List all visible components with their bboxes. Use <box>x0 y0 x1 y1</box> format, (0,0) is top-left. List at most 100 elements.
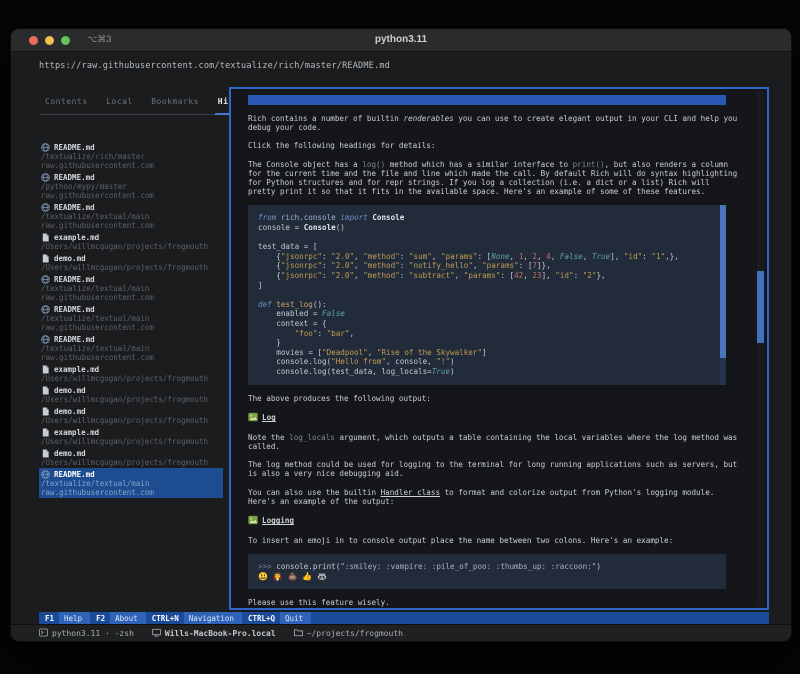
image-link[interactable]: Logging <box>262 516 294 525</box>
history-item-path: raw.githubusercontent.com <box>41 191 221 200</box>
history-item-title: README.md <box>54 470 95 479</box>
history-item-title: demo.md <box>54 386 86 395</box>
footer-key-about[interactable]: F2 <box>90 612 110 624</box>
footer-key-navigation[interactable]: CTRL+N <box>146 612 184 624</box>
globe-icon <box>41 335 50 344</box>
markdown-viewer[interactable]: Rich contains a number of builtin render… <box>229 87 769 610</box>
footer-label-navigation[interactable]: Navigation <box>184 612 242 624</box>
paragraph: To insert an emoji in to console output … <box>248 536 740 545</box>
document-icon <box>41 254 50 263</box>
footer-key-help[interactable]: F1 <box>39 612 59 624</box>
history-item-path: raw.githubusercontent.com <box>41 161 221 170</box>
history-item[interactable]: example.md/Users/willmcgugan/projects/fr… <box>39 426 223 447</box>
history-item[interactable]: README.md/textualize/textual/mainraw.git… <box>39 468 223 498</box>
tab-contents[interactable]: Contents <box>45 97 88 106</box>
history-item-path: raw.githubusercontent.com <box>41 323 221 332</box>
history-item[interactable]: README.md/python/mypy/masterraw.githubus… <box>39 171 223 201</box>
window-titlebar[interactable]: ⌥⌘3 python3.11 <box>11 29 791 52</box>
folder-icon <box>294 628 303 639</box>
markdown-content: Rich contains a number of builtin render… <box>248 94 740 610</box>
paragraph: Note the log_locals argument, which outp… <box>248 433 740 451</box>
terminal-window: ⌥⌘3 python3.11 https://raw.githubusercon… <box>10 28 792 642</box>
paragraph: Click the following headings for details… <box>248 141 740 150</box>
url-input[interactable]: https://raw.githubusercontent.com/textua… <box>39 61 763 75</box>
tab-local[interactable]: Local <box>106 97 133 106</box>
history-item-path: /python/mypy/master <box>41 182 221 191</box>
history-item-path: /Users/willmcgugan/projects/frogmouth <box>41 416 221 425</box>
history-item-title: example.md <box>54 233 99 242</box>
history-item-title: README.md <box>54 143 95 152</box>
history-item[interactable]: demo.md/Users/willmcgugan/projects/frogm… <box>39 405 223 426</box>
history-item-path: /textualize/textual/main <box>41 212 221 221</box>
monitor-icon <box>152 628 161 639</box>
history-item[interactable]: demo.md/Users/willmcgugan/projects/frogm… <box>39 252 223 273</box>
history-item[interactable]: README.md/textualize/textual/mainraw.git… <box>39 201 223 231</box>
document-icon <box>41 428 50 437</box>
paragraph: Rich contains a number of builtin render… <box>248 114 740 132</box>
paragraph: You can also use the builtin Handler cla… <box>248 488 740 506</box>
history-item[interactable]: README.md/textualize/textual/mainraw.git… <box>39 273 223 303</box>
history-item[interactable]: example.md/Users/willmcgugan/projects/fr… <box>39 363 223 384</box>
document-icon <box>41 365 50 374</box>
history-item-path: /textualize/textual/main <box>41 284 221 293</box>
history-item-path: /Users/willmcgugan/projects/frogmouth <box>41 458 221 467</box>
history-item-path: /textualize/textual/main <box>41 479 221 488</box>
inline-link[interactable]: Handler class <box>381 488 440 497</box>
history-item[interactable]: README.md/textualize/rich/masterraw.gith… <box>39 141 223 171</box>
paragraph: The Console object has a log() method wh… <box>248 160 740 197</box>
code-text: >>> console.print(":smiley: :vampire: :p… <box>258 562 712 581</box>
history-item-title: demo.md <box>54 254 86 263</box>
document-icon <box>41 386 50 395</box>
history-item-path: raw.githubusercontent.com <box>41 353 221 362</box>
code-block: >>> console.print(":smiley: :vampire: :p… <box>248 554 726 589</box>
history-item-path: /Users/willmcgugan/projects/frogmouth <box>41 395 221 404</box>
history-item-path: raw.githubusercontent.com <box>41 293 221 302</box>
paragraph: Please use this feature wisely. <box>248 598 740 607</box>
image-link[interactable]: Log <box>262 413 276 422</box>
paragraph: The above produces the following output: <box>248 394 740 403</box>
code-scrollbar-thumb[interactable] <box>720 205 726 357</box>
footer-key-quit[interactable]: CTRL+Q <box>242 612 280 624</box>
history-item-title: README.md <box>54 275 95 284</box>
history-item[interactable]: demo.md/Users/willmcgugan/projects/frogm… <box>39 447 223 468</box>
statusbar-item: ~/projects/frogmouth <box>294 628 403 639</box>
footer-label-quit[interactable]: Quit <box>280 612 311 624</box>
history-item-path: raw.githubusercontent.com <box>41 221 221 230</box>
history-item-path: /Users/willmcgugan/projects/frogmouth <box>41 374 221 383</box>
history-list: README.md/textualize/rich/masterraw.gith… <box>39 141 223 609</box>
globe-icon <box>41 305 50 314</box>
globe-icon <box>41 173 50 182</box>
statusbar-item: python3.11 · -zsh <box>39 628 134 639</box>
document-icon <box>41 449 50 458</box>
history-item-title: example.md <box>54 428 99 437</box>
history-item-path: /Users/willmcgugan/projects/frogmouth <box>41 437 221 446</box>
app-footer-keybar: F1HelpF2AboutCTRL+NNavigationCTRL+QQuit <box>39 612 769 624</box>
viewer-scrollbar[interactable] <box>757 91 764 606</box>
terminal-statusbar: python3.11 · -zsh Wills-MacBook-Pro.local… <box>11 624 791 641</box>
globe-icon <box>41 143 50 152</box>
window-title: python3.11 <box>11 34 791 45</box>
shell-icon <box>39 628 48 639</box>
history-item[interactable]: example.md/Users/willmcgugan/projects/fr… <box>39 231 223 252</box>
history-item[interactable]: README.md/textualize/textual/mainraw.git… <box>39 303 223 333</box>
desktop: ⌥⌘3 python3.11 https://raw.githubusercon… <box>0 0 800 674</box>
history-item-title: demo.md <box>54 407 86 416</box>
image-link-row: Logging <box>248 515 740 527</box>
history-item-path: /Users/willmcgugan/projects/frogmouth <box>41 263 221 272</box>
history-item-title: README.md <box>54 203 95 212</box>
document-icon <box>41 233 50 242</box>
code-block: from rich.console import Console console… <box>248 205 726 384</box>
history-item-path: /textualize/textual/main <box>41 314 221 323</box>
history-item[interactable]: README.md/textualize/textual/mainraw.git… <box>39 333 223 363</box>
sidebar-tabbar: ContentsLocalBookmarksHistory <box>39 93 223 115</box>
code-text: from rich.console import Console console… <box>258 213 712 376</box>
tab-bookmarks[interactable]: Bookmarks <box>151 97 199 106</box>
history-item-title: demo.md <box>54 449 86 458</box>
code-scrollbar[interactable] <box>720 205 726 384</box>
partial-heading-bar <box>248 95 726 105</box>
footer-label-about[interactable]: About <box>110 612 146 624</box>
viewer-scrollbar-thumb[interactable] <box>757 271 764 343</box>
history-item[interactable]: demo.md/Users/willmcgugan/projects/frogm… <box>39 384 223 405</box>
footer-label-help[interactable]: Help <box>59 612 90 624</box>
statusbar-item: Wills-MacBook-Pro.local <box>152 628 276 639</box>
